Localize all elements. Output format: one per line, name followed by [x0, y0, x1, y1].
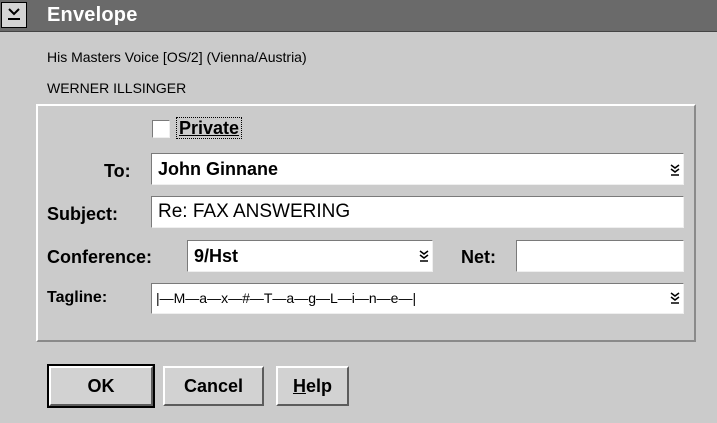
conference-dropdown-icon[interactable] — [417, 249, 431, 263]
to-combobox[interactable]: John Ginnane — [151, 153, 684, 185]
to-dropdown-icon[interactable] — [668, 163, 682, 177]
tagline-combobox[interactable]: |—M—a—x—#—T—a—g—L—i—n—e—| — [151, 283, 684, 314]
subject-input[interactable]: Re: FAX ANSWERING — [151, 196, 684, 228]
to-label: To: — [104, 161, 131, 181]
subject-label: Subject: — [47, 204, 119, 224]
conference-combobox[interactable]: 9/Hst — [187, 240, 433, 272]
subject-value: Re: FAX ANSWERING — [158, 201, 351, 222]
window-title: Envelope — [47, 4, 138, 26]
help-button-label: Help — [292, 376, 332, 396]
envelope-dialog: Envelope His Masters Voice [OS/2] (Vienn… — [0, 0, 717, 423]
server-info: His Masters Voice [OS/2] (Vienna/Austria… — [47, 49, 307, 65]
system-menu-icon[interactable] — [1, 2, 27, 28]
net-input[interactable] — [516, 240, 684, 272]
cancel-button[interactable]: Cancel — [163, 366, 264, 406]
tagline-value: |—M—a—x—#—T—a—g—L—i—n—e—| — [156, 290, 417, 306]
user-name: WERNER ILLSINGER — [47, 80, 187, 96]
conference-label: Conference: — [47, 247, 153, 267]
conference-value: 9/Hst — [194, 246, 239, 266]
tagline-dropdown-icon[interactable] — [668, 291, 682, 305]
net-label: Net: — [461, 247, 496, 267]
private-label-text: Private — [179, 118, 240, 138]
private-checkbox[interactable] — [152, 120, 170, 138]
ok-button[interactable]: OK — [47, 364, 155, 408]
title-bar[interactable]: Envelope — [0, 0, 717, 32]
to-value: John Ginnane — [158, 159, 279, 179]
private-label[interactable]: Private — [176, 117, 243, 139]
help-button[interactable]: Help — [276, 366, 349, 406]
tagline-label: Tagline: — [47, 289, 108, 306]
